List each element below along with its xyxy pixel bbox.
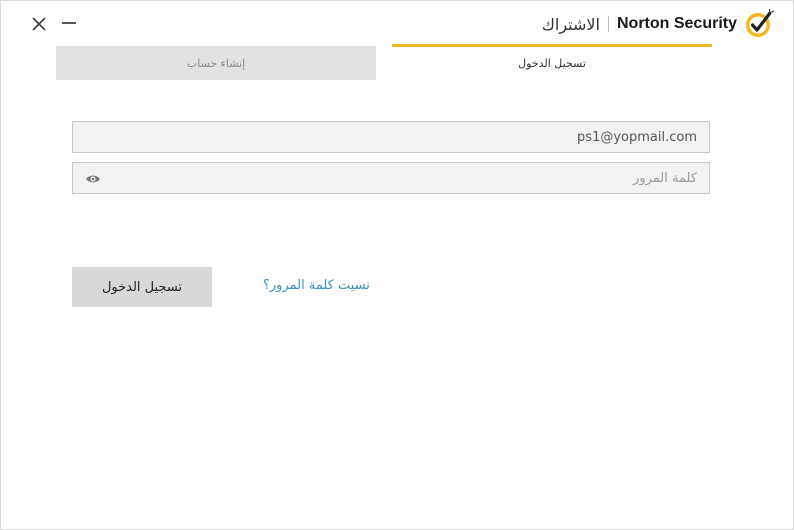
product-name: Norton Security xyxy=(616,15,737,32)
tab-create-account[interactable]: إنشاء حساب xyxy=(56,46,376,80)
sign-in-button[interactable]: تسجيل الدخول xyxy=(72,267,212,307)
minimize-icon xyxy=(62,22,76,24)
minimize-button[interactable] xyxy=(60,15,78,33)
tab-sign-in[interactable]: تسجيل الدخول xyxy=(392,44,712,80)
window-title: الاشتراك Norton Security xyxy=(542,7,775,41)
password-field xyxy=(72,162,710,194)
close-button[interactable] xyxy=(30,15,48,33)
title-divider xyxy=(607,16,609,32)
forgot-password-link[interactable]: نسيت كلمة المرور؟ xyxy=(263,278,370,293)
signin-window: الاشتراك Norton Security إنشاء حساب تسجي… xyxy=(0,0,794,530)
eye-icon[interactable] xyxy=(85,173,101,185)
password-input[interactable] xyxy=(73,163,709,193)
norton-checkmark-icon xyxy=(746,8,775,37)
close-icon xyxy=(32,17,46,31)
email-input[interactable] xyxy=(73,122,709,152)
email-field xyxy=(72,121,710,153)
page-subtitle: الاشتراك xyxy=(541,14,600,34)
